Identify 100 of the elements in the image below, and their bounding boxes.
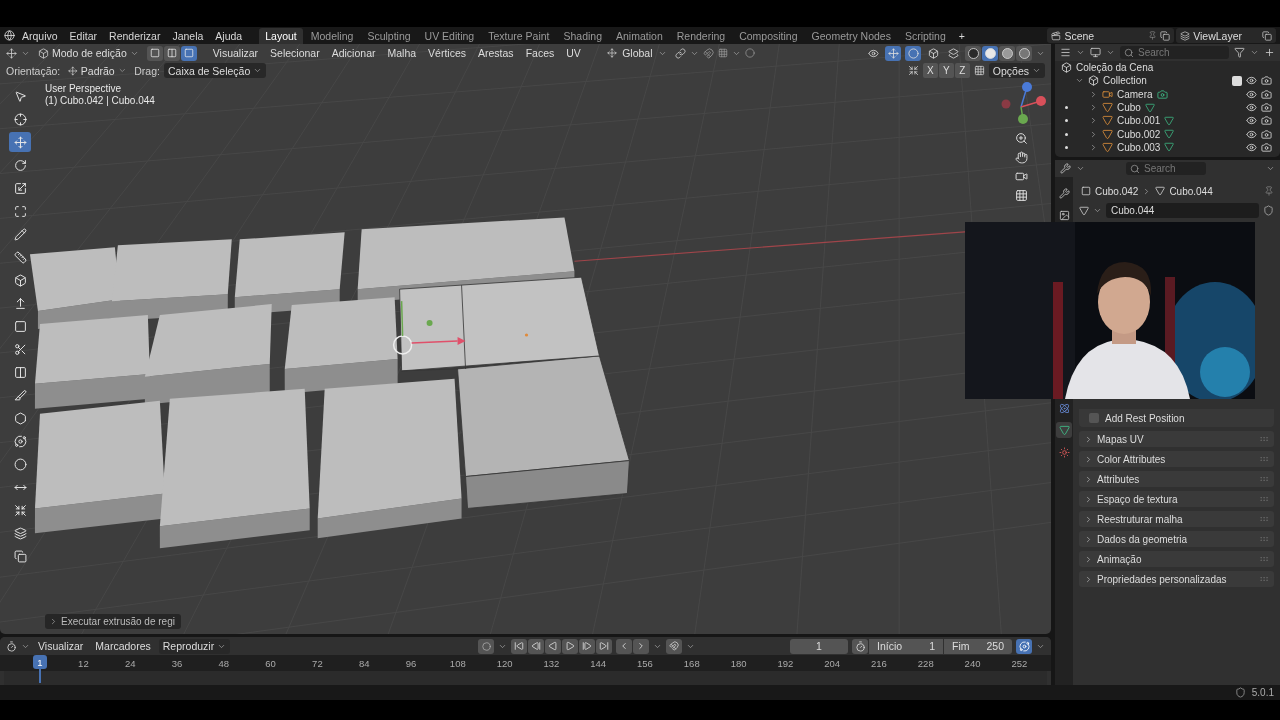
- next-frame-button[interactable]: [633, 638, 650, 654]
- menu-item[interactable]: Selecionar: [266, 47, 324, 59]
- transform-orientation-dropdown[interactable]: Global: [602, 45, 671, 61]
- end-frame-field[interactable]: Fim 250: [944, 638, 1012, 654]
- select-mode-button[interactable]: [180, 45, 197, 61]
- collection-icon: [1088, 75, 1099, 87]
- workspace-tab[interactable]: Texture Paint: [482, 27, 556, 44]
- shading-button[interactable]: [965, 45, 981, 61]
- workspace-tab[interactable]: Rendering: [670, 27, 732, 44]
- add-workspace-button[interactable]: +: [953, 29, 970, 42]
- workspace-tab[interactable]: Animation: [610, 27, 669, 44]
- workspace-tab[interactable]: Geometry Nodes: [805, 27, 897, 44]
- menu-item[interactable]: Adicionar: [327, 47, 380, 59]
- current-frame-field[interactable]: 1: [790, 638, 848, 654]
- exclude-checkbox[interactable]: [1232, 75, 1242, 86]
- menu-item[interactable]: UV: [562, 47, 585, 59]
- workspace-tab[interactable]: Compositing: [733, 27, 804, 44]
- workspace-tab[interactable]: Layout: [259, 27, 303, 44]
- panel-header[interactable]: Color Attributes: [1079, 451, 1274, 467]
- axis-toggle[interactable]: Y: [938, 63, 954, 78]
- menu-item[interactable]: Ajuda: [210, 29, 248, 42]
- menu-item[interactable]: Malha: [383, 47, 421, 59]
- frame-number: 108: [448, 657, 467, 669]
- menu-item[interactable]: Visualizar: [34, 640, 88, 652]
- scene-selector[interactable]: Scene: [1047, 28, 1175, 43]
- mesh-name-field[interactable]: Cubo.044: [1106, 203, 1259, 218]
- panel-header[interactable]: Reestruturar malha: [1079, 511, 1274, 527]
- scissors-icon: [13, 342, 27, 356]
- copy-icon: [1262, 30, 1272, 41]
- select-mode-button[interactable]: [163, 45, 180, 61]
- panel-header[interactable]: Dados da geometria: [1079, 531, 1274, 547]
- outliner-item[interactable]: Camera: [1117, 88, 1153, 100]
- playback-dropdown[interactable]: Reproduzir: [158, 638, 231, 654]
- search-field[interactable]: Search: [1120, 46, 1229, 59]
- viewport-toggle[interactable]: [885, 45, 901, 61]
- eye-icon: [1246, 88, 1257, 100]
- properties-tab[interactable]: [1056, 185, 1072, 201]
- search-field[interactable]: Search: [1126, 162, 1206, 175]
- frame-number: 216: [870, 657, 888, 669]
- playhead[interactable]: 1: [33, 655, 47, 669]
- workspace-tab[interactable]: Modeling: [304, 27, 360, 44]
- tool-button[interactable]: [9, 132, 31, 152]
- shading-button[interactable]: [982, 45, 998, 61]
- menu-item[interactable]: Visualizar: [208, 47, 263, 59]
- options-dropdown[interactable]: Opções: [988, 63, 1045, 78]
- last-operator-panel[interactable]: Executar extrusão de regi: [45, 614, 181, 629]
- frame-range-button[interactable]: [852, 638, 868, 654]
- axis-toggle[interactable]: Z: [954, 63, 970, 78]
- outliner-item[interactable]: Cubo.002: [1117, 128, 1161, 140]
- panel-header[interactable]: Mapas UV: [1079, 431, 1274, 447]
- view-layer-selector[interactable]: ViewLayer: [1176, 28, 1276, 43]
- orientation-dropdown[interactable]: Padrão: [64, 63, 131, 78]
- panel-header[interactable]: Propriedades personalizadas: [1079, 571, 1274, 587]
- outliner-item[interactable]: Cubo.001: [1117, 115, 1161, 127]
- menu-item[interactable]: Marcadores: [91, 640, 155, 652]
- drag-dropdown[interactable]: Caixa de Seleção: [163, 63, 267, 78]
- previous-frame-button[interactable]: [616, 638, 633, 654]
- properties-tab[interactable]: [1056, 422, 1072, 438]
- start-frame-field[interactable]: Início 1: [869, 638, 943, 654]
- panel-header[interactable]: Espaço de textura: [1079, 491, 1274, 507]
- outliner-item[interactable]: Cubo: [1117, 102, 1141, 114]
- panel-header[interactable]: Animação: [1079, 551, 1274, 567]
- next-keyframe-button[interactable]: [579, 638, 596, 654]
- zoom-button[interactable]: [1013, 130, 1029, 146]
- axis-toggle[interactable]: X: [922, 63, 938, 78]
- menu-item[interactable]: Editar: [64, 29, 103, 42]
- workspace-tab[interactable]: Shading: [557, 27, 609, 44]
- workspace-tab[interactable]: Sculpting: [361, 27, 417, 44]
- snap-target-icon: [717, 48, 728, 58]
- chevron-down-icon: [1076, 164, 1085, 173]
- mode-dropdown[interactable]: Modo de edição: [34, 45, 143, 61]
- menu-item[interactable]: Vértices: [424, 47, 470, 59]
- record-button[interactable]: [478, 638, 495, 654]
- checkbox[interactable]: [1089, 413, 1099, 423]
- jump-start-button[interactable]: [511, 638, 528, 654]
- viewport-toggle[interactable]: [945, 45, 961, 61]
- play-button[interactable]: [562, 638, 579, 654]
- shading-button[interactable]: [999, 45, 1015, 61]
- panel-header[interactable]: Attributes: [1079, 471, 1274, 487]
- pan-button[interactable]: [1013, 149, 1029, 165]
- viewport-toggle[interactable]: [905, 45, 921, 61]
- play-reverse-button[interactable]: [545, 638, 562, 654]
- keying-button[interactable]: [666, 638, 683, 654]
- menu-item[interactable]: Renderizar: [104, 29, 166, 42]
- workspace-tab[interactable]: Scripting: [898, 27, 952, 44]
- ortho-toggle-button[interactable]: [1013, 187, 1029, 203]
- previous-keyframe-button[interactable]: [528, 638, 545, 654]
- outliner-item[interactable]: Collection: [1103, 75, 1147, 87]
- outliner-item[interactable]: Cubo.003: [1117, 141, 1161, 153]
- shading-button[interactable]: [1016, 45, 1032, 61]
- menu-item[interactable]: Janela: [167, 29, 209, 42]
- outliner-item[interactable]: Coleção da Cena: [1076, 62, 1154, 74]
- menu-item[interactable]: Faces: [521, 47, 559, 59]
- workspace-tab[interactable]: UV Editing: [418, 27, 481, 44]
- menu-item[interactable]: Arestas: [474, 47, 518, 59]
- sync-button[interactable]: [1016, 638, 1032, 654]
- select-mode-button[interactable]: [146, 45, 163, 61]
- frame-number: 12: [77, 657, 90, 669]
- menu-item[interactable]: Arquivo: [17, 29, 63, 42]
- jump-end-button[interactable]: [596, 638, 613, 654]
